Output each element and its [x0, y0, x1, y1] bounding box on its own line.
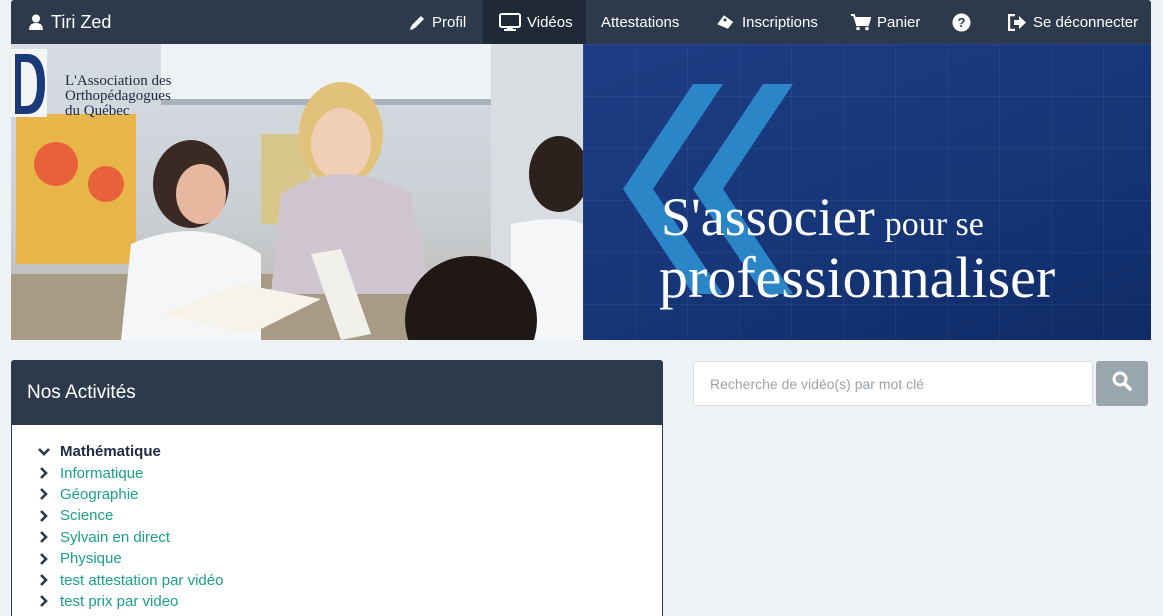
hero-banner: L'Association des Orthopédagogues du Qué…	[11, 44, 1151, 340]
nav-attestations-label: Attestations	[601, 13, 680, 31]
chevron-right-icon[interactable]	[37, 466, 51, 480]
activity-label[interactable]: Science	[60, 507, 113, 524]
activity-label[interactable]: Informatique	[60, 465, 143, 482]
activity-label[interactable]: test prix par video	[60, 593, 178, 610]
chevron-right-icon[interactable]	[37, 509, 51, 523]
activity-label[interactable]: test attestation par vidéo	[60, 572, 223, 589]
nav-attestations[interactable]: Attestations	[601, 0, 679, 44]
activity-item[interactable]: Physique	[37, 548, 223, 569]
activity-label[interactable]: Physique	[60, 550, 122, 567]
logout-icon	[1008, 13, 1027, 31]
search-button[interactable]	[1096, 361, 1148, 406]
tagline-panel: S'associer pour se professionnaliser	[583, 44, 1151, 340]
activity-label[interactable]: Géographie	[60, 486, 138, 503]
tagline-line-1: S'associer pour se	[661, 186, 984, 248]
user-icon	[29, 14, 43, 30]
nav-logout[interactable]: Se déconnecter	[1008, 0, 1138, 44]
activities-title: Nos Activités	[12, 361, 662, 425]
activity-item[interactable]: Mathématique	[37, 441, 223, 462]
chevron-right-icon[interactable]	[37, 530, 51, 544]
cart-icon	[851, 13, 871, 31]
nav-inscriptions[interactable]: Inscriptions	[716, 0, 818, 44]
activity-item[interactable]: test prix par video	[37, 591, 223, 612]
tagline-line-2: professionnaliser	[659, 245, 1056, 310]
association-name-line: Orthopédagogues	[65, 88, 171, 104]
activity-item[interactable]: Sylvain en direct	[37, 527, 223, 548]
chevron-right-icon[interactable]	[37, 594, 51, 608]
search-icon	[1112, 371, 1132, 396]
chevron-right-icon[interactable]	[37, 552, 51, 566]
nav-help[interactable]: ?	[952, 0, 971, 44]
top-navbar: Tiri Zed Profil Vidéos Attestations Insc…	[11, 0, 1151, 44]
activity-item[interactable]: Géographie	[37, 484, 223, 505]
nav-logout-label: Se déconnecter	[1033, 13, 1139, 31]
activity-item[interactable]: test attestation par vidéo	[37, 569, 223, 590]
activities-tree: Mathématique Informatique Géographie Scienc…	[37, 441, 223, 612]
nav-profil[interactable]: Profil	[409, 0, 466, 44]
activity-label[interactable]: Mathématique	[60, 443, 161, 460]
nav-panier-label: Panier	[877, 13, 921, 31]
video-search-input[interactable]	[693, 361, 1093, 406]
classroom-photo: L'Association des Orthopédagogues du Qué…	[11, 44, 583, 340]
tagline-small: pour se	[884, 206, 984, 243]
activity-item[interactable]: Science	[37, 505, 223, 526]
tagline-big: S'associer	[661, 187, 875, 247]
chevron-down-icon[interactable]	[37, 445, 51, 459]
association-name: L'Association des Orthopédagogues du Qué…	[65, 74, 171, 119]
association-name-line: du Québec	[65, 103, 130, 119]
nav-inscriptions-label: Inscriptions	[742, 13, 818, 31]
user-menu[interactable]: Tiri Zed	[29, 0, 111, 44]
chevron-right-icon[interactable]	[37, 573, 51, 587]
activity-label[interactable]: Sylvain en direct	[60, 529, 170, 546]
chevron-right-icon[interactable]	[37, 487, 51, 501]
svg-text:?: ?	[958, 15, 966, 30]
nav-videos-label: Vidéos	[527, 13, 573, 31]
monitor-icon	[499, 13, 521, 31]
pencil-icon	[409, 14, 426, 31]
help-icon: ?	[952, 13, 971, 32]
nav-videos[interactable]: Vidéos	[483, 0, 586, 44]
nav-profil-label: Profil	[432, 13, 467, 31]
user-name: Tiri Zed	[51, 11, 112, 32]
activities-panel: Nos Activités Mathématique Informatique Gé…	[11, 360, 663, 616]
nav-panier[interactable]: Panier	[851, 0, 920, 44]
association-name-line: L'Association des	[65, 73, 172, 89]
ticket-icon	[716, 12, 736, 32]
activity-item[interactable]: Informatique	[37, 462, 223, 483]
